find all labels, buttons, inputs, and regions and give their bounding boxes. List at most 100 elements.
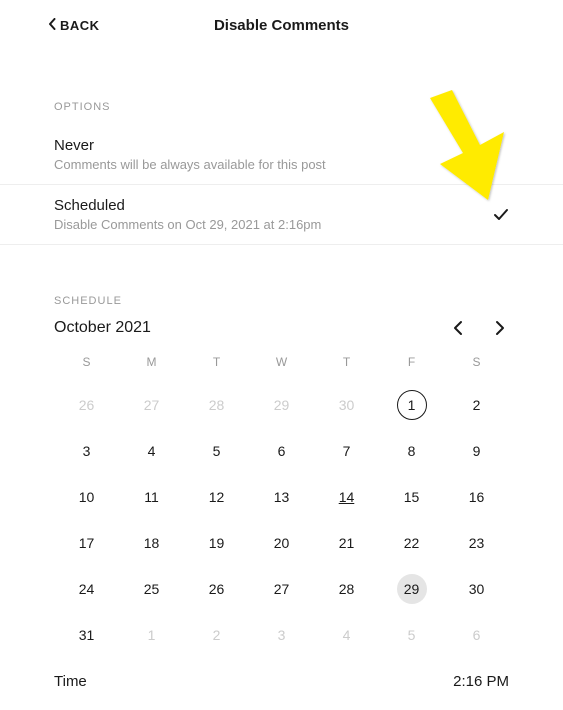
calendar-day[interactable]: 19: [184, 527, 249, 559]
check-icon: [493, 207, 509, 223]
dow-header: S: [54, 355, 119, 375]
calendar-day[interactable]: 2: [444, 389, 509, 421]
calendar-day: 4: [314, 619, 379, 651]
calendar-day-number: 3: [267, 620, 297, 650]
calendar-day-number: 12: [202, 482, 232, 512]
calendar-day[interactable]: 11: [119, 481, 184, 513]
option-text: Never Comments will be always available …: [54, 137, 509, 172]
calendar-day[interactable]: 15: [379, 481, 444, 513]
calendar-day-number: 18: [137, 528, 167, 558]
calendar-day[interactable]: 7: [314, 435, 379, 467]
calendar-day-number: 30: [462, 574, 492, 604]
dow-header: F: [379, 355, 444, 375]
calendar-day-number: 25: [137, 574, 167, 604]
calendar-day[interactable]: 25: [119, 573, 184, 605]
calendar-day[interactable]: 20: [249, 527, 314, 559]
month-label: October 2021: [54, 319, 151, 337]
month-header: October 2021: [54, 319, 509, 337]
calendar-day: 5: [379, 619, 444, 651]
calendar-day-number: 24: [72, 574, 102, 604]
chevron-left-icon: [453, 320, 463, 336]
calendar-day[interactable]: 5: [184, 435, 249, 467]
calendar-day: 2: [184, 619, 249, 651]
calendar-day[interactable]: 27: [249, 573, 314, 605]
calendar-day-number: 1: [397, 390, 427, 420]
calendar-day-number: 2: [202, 620, 232, 650]
header: BACK Disable Comments: [0, 0, 563, 51]
calendar-day-number: 3: [72, 436, 102, 466]
calendar-day[interactable]: 28: [314, 573, 379, 605]
calendar-day[interactable]: 10: [54, 481, 119, 513]
calendar-day[interactable]: 3: [54, 435, 119, 467]
next-month-button[interactable]: [491, 319, 509, 337]
calendar-day: 30: [314, 389, 379, 421]
calendar-day-number: 21: [332, 528, 362, 558]
calendar-day: 29: [249, 389, 314, 421]
dow-header: S: [444, 355, 509, 375]
calendar-day[interactable]: 18: [119, 527, 184, 559]
time-label: Time: [54, 673, 87, 690]
calendar-day-number: 20: [267, 528, 297, 558]
calendar-day[interactable]: 26: [184, 573, 249, 605]
month-nav: [449, 319, 509, 337]
option-never[interactable]: Never Comments will be always available …: [0, 125, 563, 185]
time-row[interactable]: Time 2:16 PM: [0, 651, 563, 710]
calendar-day[interactable]: 29: [379, 573, 444, 605]
calendar-day-number: 27: [267, 574, 297, 604]
calendar-day-number: 22: [397, 528, 427, 558]
calendar-day[interactable]: 21: [314, 527, 379, 559]
calendar-day[interactable]: 12: [184, 481, 249, 513]
calendar-day-number: 6: [462, 620, 492, 650]
calendar-day[interactable]: 16: [444, 481, 509, 513]
calendar-day-number: 17: [72, 528, 102, 558]
back-label: BACK: [60, 18, 100, 33]
calendar-day-number: 10: [72, 482, 102, 512]
option-subtitle: Comments will be always available for th…: [54, 157, 509, 172]
calendar-day-number: 27: [137, 390, 167, 420]
calendar-day[interactable]: 17: [54, 527, 119, 559]
calendar-day: 6: [444, 619, 509, 651]
calendar-day-number: 4: [332, 620, 362, 650]
calendar-day-number: 7: [332, 436, 362, 466]
calendar-day-number: 26: [72, 390, 102, 420]
calendar-day-number: 28: [202, 390, 232, 420]
calendar-day-number: 2: [462, 390, 492, 420]
chevron-right-icon: [495, 320, 505, 336]
calendar-day-number: 15: [397, 482, 427, 512]
calendar-day-number: 19: [202, 528, 232, 558]
calendar-day[interactable]: 13: [249, 481, 314, 513]
calendar-day-number: 31: [72, 620, 102, 650]
option-title: Never: [54, 137, 509, 154]
calendar-day-number: 23: [462, 528, 492, 558]
calendar-day[interactable]: 31: [54, 619, 119, 651]
back-button[interactable]: BACK: [48, 18, 100, 33]
calendar-day[interactable]: 30: [444, 573, 509, 605]
schedule-section: October 2021 SMTWTFS26272829301234567891…: [0, 319, 563, 651]
option-text: Scheduled Disable Comments on Oct 29, 20…: [54, 197, 493, 232]
calendar-day: 28: [184, 389, 249, 421]
calendar-day-number: 1: [137, 620, 167, 650]
calendar-day: 26: [54, 389, 119, 421]
calendar-day-number: 26: [202, 574, 232, 604]
calendar-day[interactable]: 24: [54, 573, 119, 605]
options-section-label: OPTIONS: [0, 101, 563, 113]
option-title: Scheduled: [54, 197, 493, 214]
calendar-day-number: 8: [397, 436, 427, 466]
dow-header: T: [314, 355, 379, 375]
calendar-day-number: 5: [397, 620, 427, 650]
calendar-day[interactable]: 1: [379, 389, 444, 421]
calendar-day[interactable]: 8: [379, 435, 444, 467]
calendar-day-number: 6: [267, 436, 297, 466]
calendar-day-number: 28: [332, 574, 362, 604]
calendar-day[interactable]: 22: [379, 527, 444, 559]
schedule-section-label: SCHEDULE: [0, 295, 563, 307]
option-scheduled[interactable]: Scheduled Disable Comments on Oct 29, 20…: [0, 185, 563, 245]
chevron-left-icon: [48, 18, 56, 33]
prev-month-button[interactable]: [449, 319, 467, 337]
calendar-day[interactable]: 23: [444, 527, 509, 559]
calendar-day[interactable]: 9: [444, 435, 509, 467]
calendar-day[interactable]: 4: [119, 435, 184, 467]
calendar-day[interactable]: 6: [249, 435, 314, 467]
calendar-day[interactable]: 14: [314, 481, 379, 513]
dow-header: M: [119, 355, 184, 375]
